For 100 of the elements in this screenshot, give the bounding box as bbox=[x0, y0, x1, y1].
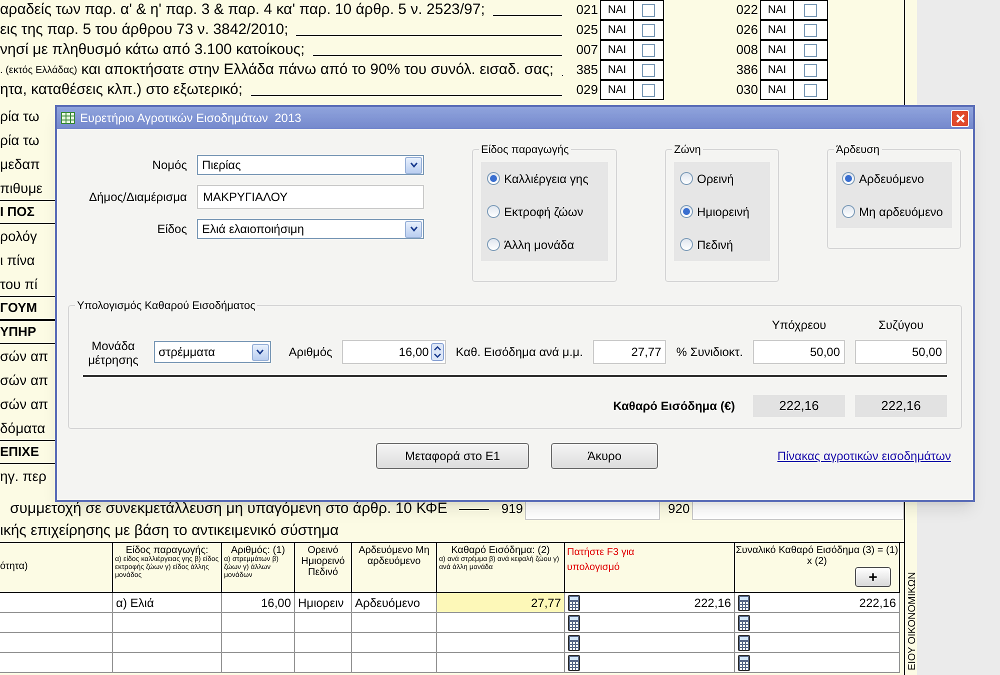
form-text: σών απ bbox=[0, 346, 48, 366]
field-code: 026 bbox=[735, 21, 759, 40]
checkbox[interactable] bbox=[804, 64, 817, 76]
checkbox[interactable] bbox=[804, 44, 817, 56]
field-code: 022 bbox=[735, 1, 759, 20]
calculator-icon[interactable] bbox=[568, 654, 580, 670]
calculator-icon[interactable] bbox=[738, 594, 750, 610]
calculator-icon[interactable] bbox=[738, 634, 750, 650]
checkbox[interactable] bbox=[642, 84, 655, 96]
radio-button[interactable] bbox=[842, 172, 855, 185]
radio-button[interactable] bbox=[487, 172, 500, 185]
income-table-link[interactable]: Πίνακας αγροτικών εισοδημάτων bbox=[777, 447, 951, 465]
calculator-icon[interactable] bbox=[738, 614, 750, 630]
table-cell: α) Ελιά bbox=[113, 593, 222, 613]
group-title: Ζώνη bbox=[672, 142, 703, 158]
form-text: ΕΠΙΧΕ bbox=[0, 443, 40, 462]
dropdown-button[interactable] bbox=[252, 344, 269, 360]
calculator-icon[interactable] bbox=[568, 634, 580, 650]
radio-label: Άλλη μονάδα bbox=[504, 236, 574, 254]
select-field[interactable]: στρέμματα bbox=[154, 341, 271, 363]
field-code: 025 bbox=[575, 21, 599, 40]
field-label: Καθ. Εισόδημα ανά μ.μ. bbox=[456, 344, 583, 361]
checkbox[interactable] bbox=[642, 44, 655, 56]
caret-icon bbox=[410, 226, 418, 232]
form-text: συμμετοχή σε συνεκμετάλλευση μη υπαγόμενη στο άρθρ. 10 ΚΦΕ bbox=[9, 498, 448, 519]
group-title: Είδος παραγωγής bbox=[479, 142, 571, 158]
section-subtitle: ικής επιχείρησης με βάση το αντικειμενικό σύστημα bbox=[0, 521, 340, 541]
field-label: Μονάδα μέτρησης bbox=[87, 339, 140, 367]
spinner-icon[interactable] bbox=[430, 343, 444, 361]
radio-button[interactable] bbox=[680, 172, 693, 185]
column-heading: Ορεινό Ημιορεινό Πεδινό bbox=[300, 545, 346, 578]
checkbox[interactable] bbox=[804, 4, 817, 16]
question-note: . (εκτός Ελλάδας) bbox=[0, 64, 78, 78]
radio-button[interactable] bbox=[680, 205, 693, 218]
checkbox[interactable] bbox=[642, 4, 655, 16]
column-heading: Είδος παραγωγής: bbox=[126, 545, 208, 556]
checkbox[interactable] bbox=[804, 84, 817, 96]
table-cell: Ημιορειν bbox=[295, 593, 352, 613]
radio-label: Ορεινή bbox=[697, 170, 734, 188]
add-button[interactable]: + bbox=[855, 567, 891, 587]
question-text: ητα, καταθέσεις κλπ.) στο εξωτερικό; bbox=[0, 80, 243, 100]
field-code: 920 bbox=[668, 500, 690, 518]
field-code: 008 bbox=[735, 41, 759, 60]
column-heading: Αριθμός: (1) bbox=[230, 545, 286, 556]
dropdown-button[interactable] bbox=[405, 156, 422, 174]
group-title: Άρδευση bbox=[834, 142, 882, 158]
form-text: ρία τω bbox=[0, 106, 40, 126]
field-label: Νομός bbox=[151, 157, 187, 174]
form-text: δόματα bbox=[0, 418, 46, 438]
form-text: ΥΠΗΡ bbox=[0, 323, 36, 342]
select-field[interactable]: Ελιά ελαιοποιήσιμη bbox=[197, 219, 424, 239]
column-heading: Συναλικό Καθαρό Εισόδημα (3) = (1) x (2) bbox=[735, 545, 899, 567]
form-text: πιθυμε bbox=[0, 178, 43, 198]
field-code: 030 bbox=[735, 81, 759, 100]
answer-label: ΝΑΙ bbox=[760, 40, 794, 60]
field-code: 385 bbox=[575, 61, 599, 80]
column-heading: Καθαρό Εισόδημα: (2) bbox=[451, 545, 550, 556]
text-field[interactable]: ΜΑΚΡΥΓΙΑΛΟΥ bbox=[197, 185, 424, 209]
calculator-icon[interactable] bbox=[738, 654, 750, 670]
radio-button[interactable] bbox=[680, 238, 693, 251]
number-field[interactable]: 50,00 bbox=[855, 340, 948, 364]
number-field[interactable]: 27,77 bbox=[592, 340, 666, 364]
form-text: του πί bbox=[0, 274, 38, 294]
calculator-icon[interactable] bbox=[568, 614, 580, 630]
form-text: ηγ. περ bbox=[0, 466, 46, 486]
close-button[interactable] bbox=[951, 110, 969, 126]
answer-label: ΝΑΙ bbox=[760, 20, 794, 40]
field-label: Αριθμός bbox=[288, 344, 332, 361]
transfer-button[interactable]: Μεταφορά στο Ε1 bbox=[376, 443, 529, 469]
radio-button[interactable] bbox=[842, 205, 855, 218]
table-icon bbox=[61, 112, 75, 124]
checkbox[interactable] bbox=[642, 64, 655, 76]
form-text: ΓΟΥΜ bbox=[0, 299, 38, 318]
side-label: ΕΙΟΥ ΟΙΚΟΝΟΜΙΚΩΝ bbox=[906, 572, 919, 670]
table-cell bbox=[295, 653, 352, 673]
cell-value: 222,16 bbox=[694, 594, 731, 612]
calculator-icon[interactable] bbox=[568, 594, 580, 610]
dropdown-button[interactable] bbox=[405, 220, 422, 238]
column-heading: Υπόχρεου bbox=[772, 317, 826, 334]
select-field[interactable]: Πιερίας bbox=[197, 155, 424, 175]
radio-button[interactable] bbox=[487, 205, 500, 218]
radio-button[interactable] bbox=[487, 238, 500, 251]
radio-label: Μη αρδευόμενο bbox=[859, 204, 943, 220]
checkbox[interactable] bbox=[642, 24, 655, 36]
answer-label: ΝΑΙ bbox=[760, 60, 794, 80]
answer-label: ΝΑΙ bbox=[760, 0, 794, 20]
cancel-button[interactable]: Άκυρο bbox=[551, 443, 658, 469]
answer-label: ΝΑΙ bbox=[600, 0, 634, 20]
cell-value: 222,16 bbox=[859, 594, 896, 612]
field-code: 386 bbox=[735, 61, 759, 80]
number-field[interactable]: 50,00 bbox=[753, 340, 846, 364]
checkbox[interactable] bbox=[804, 24, 817, 36]
answer-label: ΝΑΙ bbox=[600, 60, 634, 80]
table-cell: Αρδευόμενο bbox=[352, 593, 437, 613]
net-income-label: Καθαρό Εισόδημα (€) bbox=[613, 398, 735, 415]
field-label: % Συνιδιοκτ. bbox=[676, 344, 744, 361]
radio-label: Εκτροφή ζώων bbox=[504, 204, 584, 220]
net-income-value: 222,16 bbox=[753, 395, 845, 417]
column-heading: Συζύγου bbox=[878, 317, 924, 334]
number-field[interactable]: 16,00 bbox=[342, 340, 446, 364]
